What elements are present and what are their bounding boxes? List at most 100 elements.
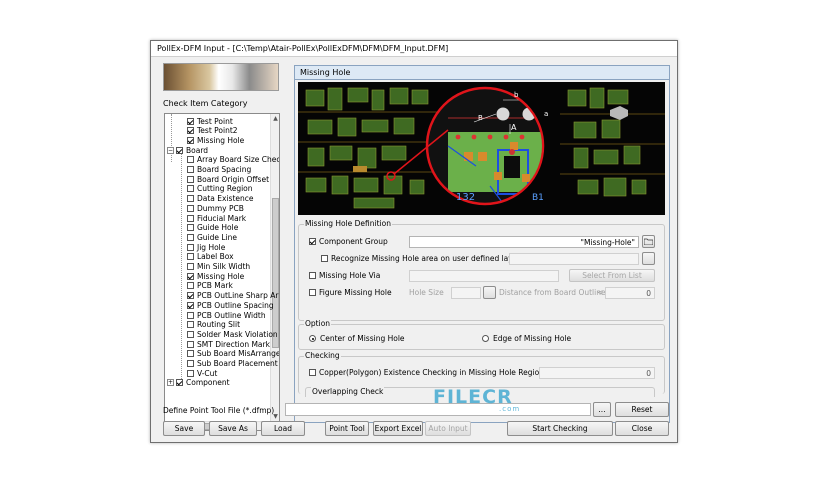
tree-item[interactable]: Data Existence xyxy=(187,194,254,204)
scroll-thumb[interactable] xyxy=(272,198,279,348)
tree-checkbox[interactable] xyxy=(187,214,194,222)
tree-item-label: Sub Board Placement xyxy=(197,359,278,368)
tree-item[interactable]: Array Board Size Chec xyxy=(187,155,279,165)
copper-value-field[interactable]: 0 xyxy=(539,367,655,379)
edge-of-missing-hole-radio[interactable]: Edge of Missing Hole xyxy=(482,334,571,343)
tree-checkbox[interactable] xyxy=(187,195,194,203)
tree-item[interactable]: Dummy PCB xyxy=(187,203,244,213)
tree-item[interactable]: Board Origin Offset xyxy=(187,174,269,184)
component-group-checkbox[interactable]: Component Group xyxy=(309,237,388,246)
tree-item[interactable]: SMT Direction Mark xyxy=(187,339,270,349)
tree-checkbox[interactable] xyxy=(187,166,194,173)
tree-checkbox[interactable] xyxy=(187,175,194,183)
start-checking-button[interactable]: Start Checking xyxy=(507,421,613,436)
tree-checkbox[interactable] xyxy=(187,253,194,261)
tree-item[interactable]: Test Point xyxy=(187,116,233,126)
tree-item-label: PCB Mark xyxy=(197,281,233,291)
save-as-button[interactable]: Save As xyxy=(209,421,257,436)
tree-item[interactable]: Routing Slit xyxy=(187,320,240,330)
close-button[interactable]: Close xyxy=(615,421,669,436)
tree-item[interactable]: Label Box xyxy=(187,252,234,262)
select-from-list-button[interactable]: Select From List xyxy=(569,269,655,282)
tree-item[interactable]: Fiducial Mark xyxy=(187,213,246,223)
tree-checkbox[interactable] xyxy=(187,117,194,125)
tree-checkbox[interactable] xyxy=(187,156,194,164)
tree-checkbox[interactable] xyxy=(187,233,194,241)
label-b: b xyxy=(514,91,519,99)
tree-group-row[interactable]: − Board xyxy=(167,145,208,155)
tree-item[interactable]: Test Point2 xyxy=(187,126,238,136)
tree-item-label: Board Origin Offset xyxy=(197,174,270,184)
tree-item[interactable]: Missing Hole xyxy=(187,135,244,145)
tree-checkbox[interactable] xyxy=(187,350,194,358)
missing-hole-via-checkbox[interactable]: Missing Hole Via xyxy=(309,271,380,280)
tree-item[interactable]: Sub Board Placement xyxy=(187,359,278,369)
tree-checkbox[interactable] xyxy=(187,330,194,338)
tree-checkbox[interactable] xyxy=(176,379,183,387)
export-excel-button[interactable]: Export Excel xyxy=(373,421,423,436)
user-layer-field[interactable] xyxy=(509,253,639,265)
tree-checkbox[interactable] xyxy=(187,136,194,144)
tree-item[interactable]: Board Spacing xyxy=(187,165,251,175)
tree-item[interactable]: Cutting Region xyxy=(187,184,253,194)
tree-item[interactable]: Guide Line xyxy=(187,232,237,242)
tree-item[interactable]: PCB OutLine Sharp Ar xyxy=(187,291,278,301)
point-tool-browse-button[interactable]: ... xyxy=(593,402,611,417)
scroll-up-icon[interactable]: ▲ xyxy=(271,114,279,123)
tree-checkbox[interactable] xyxy=(187,243,194,251)
load-button[interactable]: Load xyxy=(261,421,305,436)
hole-size-field[interactable] xyxy=(451,287,481,299)
overlap-title: Overlapping Check xyxy=(311,387,385,396)
tree-checkbox[interactable] xyxy=(187,263,194,270)
tree-item-label: SMT Direction Mark xyxy=(197,339,270,349)
tree-item[interactable]: Solder Mask Violation xyxy=(187,329,278,339)
tree-checkbox[interactable] xyxy=(187,311,194,319)
tree-item[interactable]: Missing Hole xyxy=(187,271,244,281)
recognize-label: Recognize Missing Hole area on user defi… xyxy=(331,254,521,263)
tree-item[interactable]: Min Silk Width xyxy=(187,262,250,272)
label-B: B xyxy=(478,114,483,122)
component-group-field[interactable]: "Missing-Hole" xyxy=(409,236,639,248)
recognize-checkbox[interactable]: Recognize Missing Hole area on user defi… xyxy=(321,254,520,263)
tree-checkbox[interactable] xyxy=(187,224,194,232)
tree-item[interactable]: PCB Outline Width xyxy=(187,310,266,320)
tree-item[interactable]: PCB Mark xyxy=(187,281,233,291)
tree-group-row[interactable]: + Component xyxy=(167,378,230,388)
tree-checkbox[interactable] xyxy=(187,292,194,300)
window-title: PollEx-DFM Input - [C:\Temp\Atair-PollEx… xyxy=(151,41,677,57)
point-tool-button[interactable]: Point Tool xyxy=(325,421,369,436)
via-field[interactable] xyxy=(409,270,559,282)
figure-missing-hole-checkbox[interactable]: Figure Missing Hole xyxy=(309,288,392,297)
tree-item-label: Test Point xyxy=(197,116,233,126)
tree-checkbox[interactable] xyxy=(187,282,194,290)
tree-checkbox[interactable] xyxy=(187,369,194,377)
tree-item-label: Jig Hole xyxy=(197,242,226,252)
hole-size-button[interactable] xyxy=(483,286,496,299)
tree-expander-icon[interactable]: − xyxy=(167,146,174,154)
tree-checkbox[interactable] xyxy=(187,340,194,348)
center-of-missing-hole-radio[interactable]: Center of Missing Hole xyxy=(309,334,405,343)
check-item-tree[interactable]: ▲ ▼ Test Point Test Point2 Missing Hole − Bo… xyxy=(164,113,280,431)
tree-item[interactable]: Guide Hole xyxy=(187,223,238,233)
tree-item[interactable]: PCB Outline Spacing xyxy=(187,300,274,310)
tree-checkbox[interactable] xyxy=(176,146,183,154)
tree-checkbox[interactable] xyxy=(187,127,194,135)
tree-item[interactable]: Sub Board MisArrange xyxy=(187,349,279,359)
tree-checkbox[interactable] xyxy=(187,321,194,329)
distance-label: Distance from Board Outline xyxy=(499,288,606,297)
reset-button[interactable]: Reset xyxy=(615,402,669,417)
tree-checkbox[interactable] xyxy=(187,204,194,212)
distance-field[interactable]: 0 xyxy=(605,287,655,299)
tree-item[interactable]: V-Cut xyxy=(187,368,217,378)
auto-input-button[interactable]: Auto Input xyxy=(425,421,471,436)
tree-checkbox[interactable] xyxy=(187,301,194,309)
user-layer-browse-button[interactable] xyxy=(642,252,655,265)
tree-item[interactable]: Jig Hole xyxy=(187,242,225,252)
component-group-browse-button[interactable] xyxy=(642,235,655,248)
tree-checkbox[interactable] xyxy=(187,272,194,280)
tree-expander-icon[interactable]: + xyxy=(167,379,174,387)
tree-checkbox[interactable] xyxy=(187,185,194,193)
tree-checkbox[interactable] xyxy=(187,360,194,367)
save-button[interactable]: Save xyxy=(163,421,205,436)
copper-existence-checkbox[interactable]: Copper(Polygon) Existence Checking in Mi… xyxy=(309,368,544,377)
